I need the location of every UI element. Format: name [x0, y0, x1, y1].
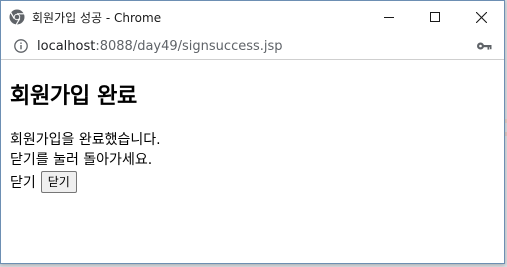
maximize-button[interactable]: [412, 1, 458, 33]
close-button[interactable]: 닫기: [40, 171, 77, 193]
minimize-button[interactable]: [366, 1, 412, 33]
window-controls: [366, 1, 504, 33]
url-text[interactable]: localhost:8088/day49/signsuccess.jsp: [37, 39, 283, 54]
desktop-background: 회원가입 성공 - Chrome localhost:8088/day49/si…: [0, 0, 507, 267]
page-content: 회원가입 완료 회원가입을 완료했습니다. 닫기를 눌러 돌아가세요. 닫기 닫…: [1, 81, 504, 194]
message-line: 회원가입을 완료했습니다.: [10, 132, 161, 148]
key-icon[interactable]: [476, 39, 492, 53]
close-icon: [475, 11, 487, 23]
url-path: :8088/day49/signsuccess.jsp: [95, 38, 283, 54]
close-row: 닫기 닫기: [10, 170, 495, 194]
browser-popup-window: 회원가입 성공 - Chrome localhost:8088/day49/si…: [0, 0, 505, 264]
title-bar[interactable]: 회원가입 성공 - Chrome: [1, 1, 504, 33]
chrome-icon: [9, 9, 25, 25]
page-title: 회원가입 완료: [10, 84, 137, 109]
close-label: 닫기: [10, 175, 36, 191]
info-icon[interactable]: [14, 39, 28, 53]
close-window-button[interactable]: [458, 1, 504, 33]
window-title: 회원가입 성공 - Chrome: [32, 10, 162, 25]
address-bar[interactable]: localhost:8088/day49/signsuccess.jsp: [1, 33, 504, 60]
message-line: 닫기를 눌러 돌아가세요.: [10, 152, 153, 168]
maximize-icon: [430, 12, 440, 22]
url-host: localhost: [37, 38, 96, 54]
minimize-icon: [384, 17, 394, 18]
